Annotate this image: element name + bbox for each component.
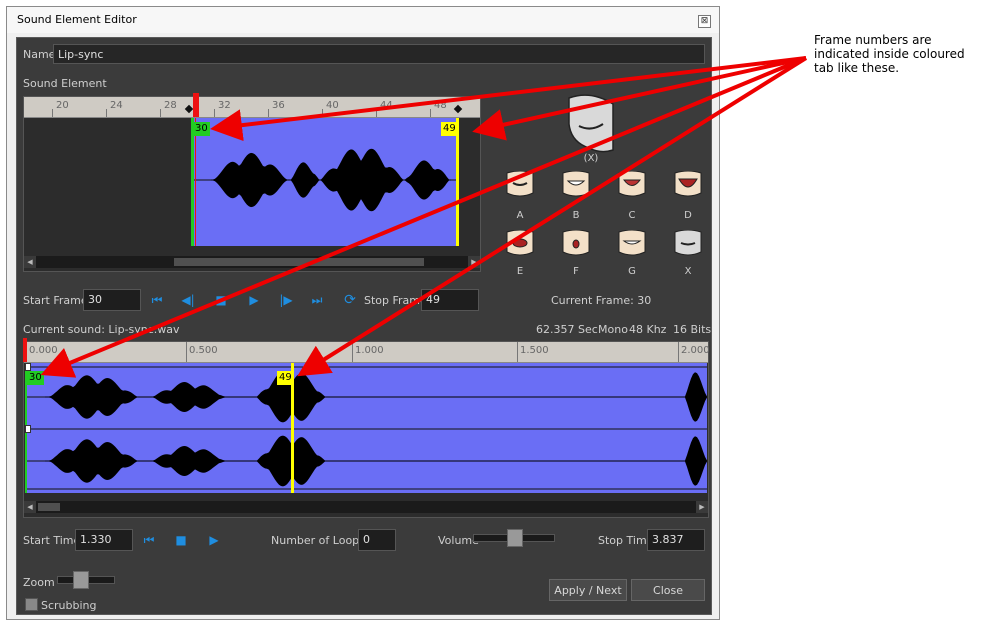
- arrow-to-time-stop-tag: [297, 56, 808, 377]
- arrow-to-stop-tag: [472, 56, 807, 141]
- annotation-note: Frame numbers are indicated inside colou…: [814, 33, 965, 75]
- annotation-arrows: [40, 56, 808, 378]
